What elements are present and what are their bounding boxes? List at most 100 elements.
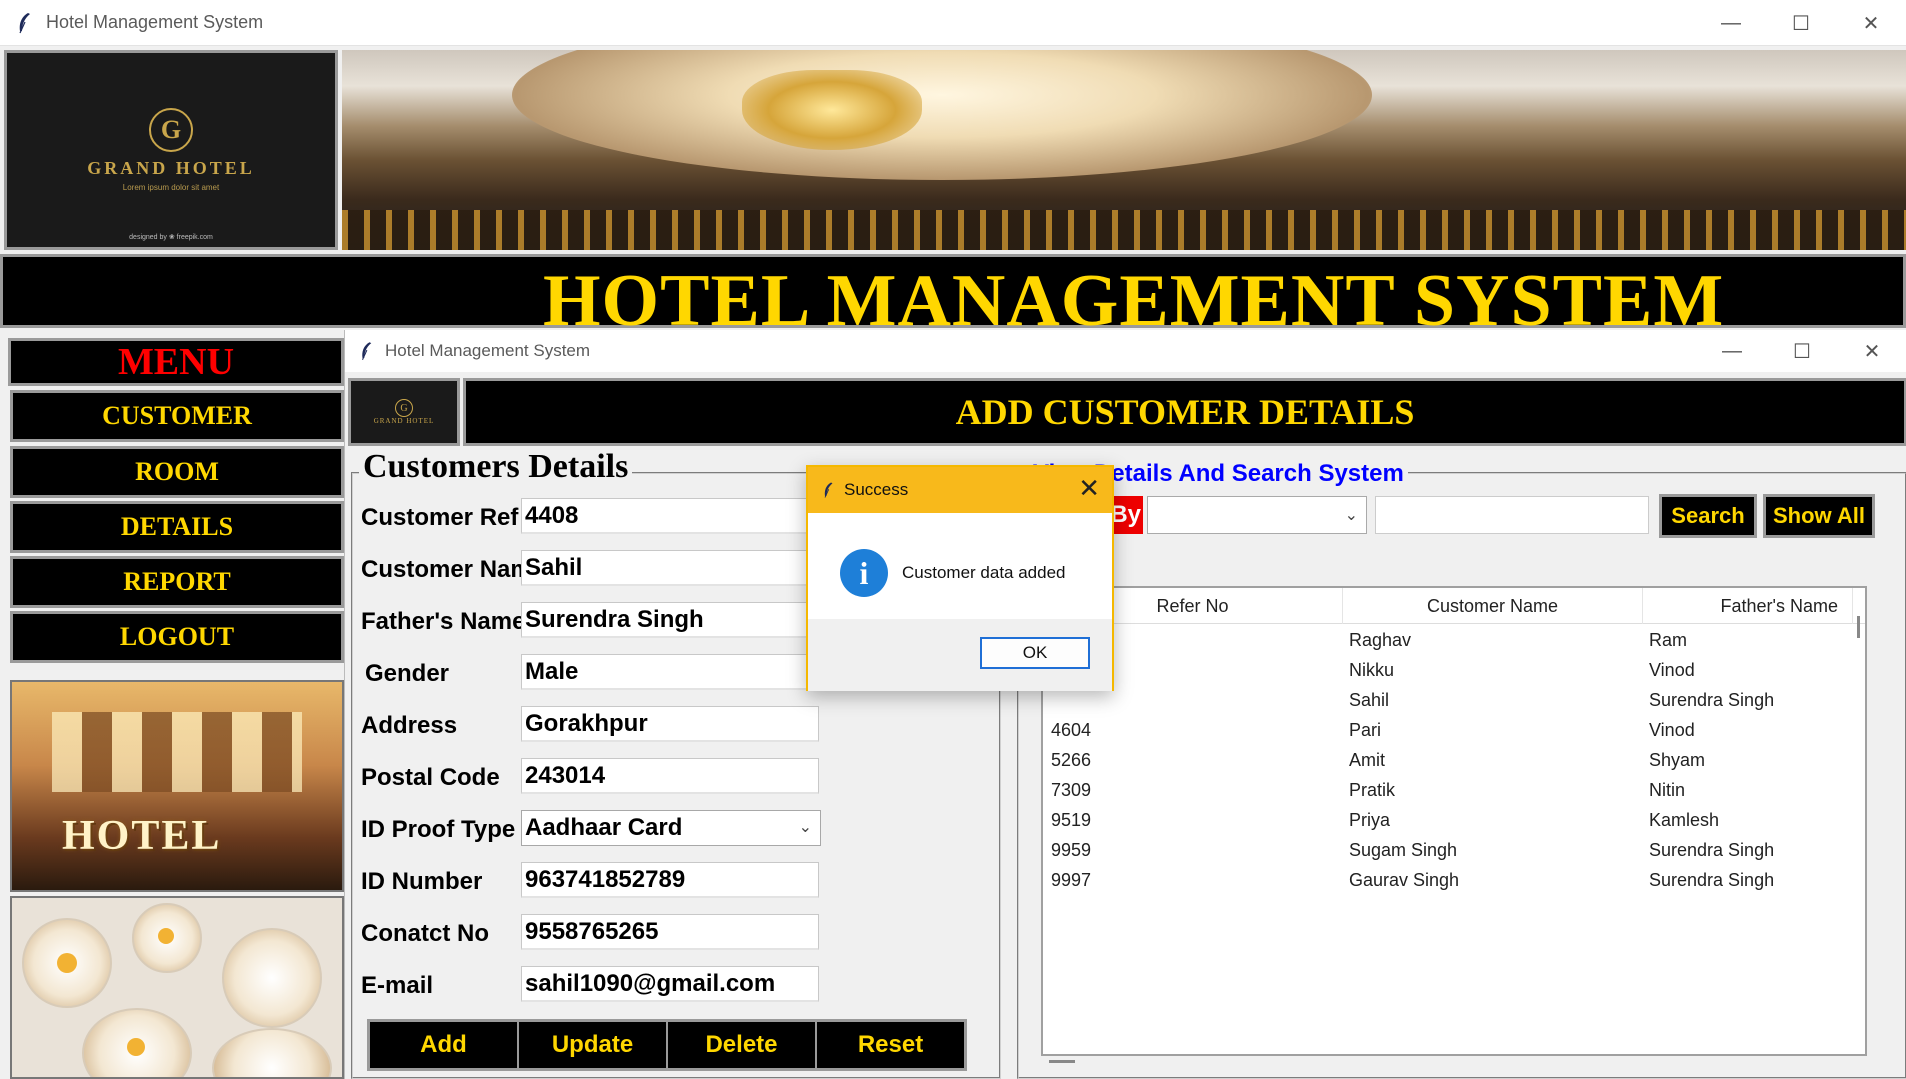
cell-fathers-name: Nitin	[1649, 780, 1686, 800]
menu-customer-button[interactable]: CUSTOMER	[10, 390, 344, 442]
info-icon: i	[840, 549, 888, 597]
cell-refer-no: 5266	[1051, 750, 1092, 770]
dialog-close-button[interactable]: ✕	[1078, 473, 1100, 503]
horizontal-scrollbar[interactable]	[1049, 1060, 1075, 1063]
cell-customer-name: Pratik	[1349, 780, 1396, 800]
form-button-bar: Add Update Delete Reset	[367, 1019, 967, 1071]
breakfast-image	[10, 896, 344, 1079]
vertical-scrollbar[interactable]	[1855, 616, 1863, 916]
window-title: Hotel Management System	[46, 12, 264, 32]
customer-table: Refer No Customer Name Father's Name Rag…	[1041, 586, 1867, 1056]
search-by-select[interactable]: ⌄	[1147, 496, 1367, 534]
ok-button[interactable]: OK	[980, 637, 1090, 669]
feather-icon	[362, 342, 372, 360]
lobby-banner-image	[342, 50, 1906, 250]
cell-refer-no: 9519	[1051, 810, 1092, 830]
table-header: Refer No Customer Name Father's Name	[1043, 588, 1865, 624]
chevron-down-icon: ⌄	[1344, 507, 1358, 524]
logo-name: GRAND HOTEL	[87, 158, 255, 178]
delete-button[interactable]: Delete	[668, 1022, 817, 1068]
child-maximize-button[interactable]: ☐	[1767, 330, 1837, 372]
field-label: ID Number	[361, 868, 483, 895]
dialog-message: Customer data added	[902, 563, 1066, 582]
child-window-controls: — ☐ ✕	[1697, 330, 1906, 372]
small-hotel-logo: G GRAND HOTEL	[348, 378, 460, 446]
address-input[interactable]: Gorakhpur	[521, 706, 819, 742]
add-button[interactable]: Add	[370, 1022, 519, 1068]
field-label: Conatct No	[361, 920, 489, 947]
cell-refer-no: 9959	[1051, 840, 1092, 860]
reset-button[interactable]: Reset	[817, 1022, 964, 1068]
cell-customer-name: Pari	[1349, 720, 1382, 740]
child-close-button[interactable]: ✕	[1837, 330, 1906, 372]
table-row[interactable]: 4604 Pari Vinod	[1043, 716, 1865, 746]
dialog-title-bar: Success ✕	[808, 467, 1112, 513]
show-all-button[interactable]: Show All	[1763, 494, 1875, 538]
cell-refer-no: 7309	[1051, 780, 1092, 800]
id-number-input[interactable]: 963741852789	[521, 862, 819, 898]
search-by-label: By	[1109, 496, 1143, 534]
side-menu: MENU CUSTOMER ROOM DETAILS REPORT LOGOUT…	[4, 334, 344, 1079]
cell-fathers-name: Kamlesh	[1649, 810, 1720, 830]
section-heading: ADD CUSTOMER DETAILS	[955, 392, 1415, 432]
gender-select[interactable]: Male	[521, 654, 819, 690]
cell-customer-name: Gaurav Singh	[1349, 870, 1460, 890]
id-proof-type-select[interactable]: Aadhaar Card ⌄	[521, 810, 821, 846]
dialog-body: i Customer data added	[808, 513, 1112, 619]
cell-fathers-name: Surendra Singh	[1649, 840, 1775, 860]
column-header-customer-name[interactable]: Customer Name	[1343, 588, 1643, 624]
small-logo-name: GRAND HOTEL	[373, 417, 435, 425]
menu-report-button[interactable]: REPORT	[10, 556, 344, 608]
table-row[interactable]: Sahil Surendra Singh	[1043, 686, 1865, 716]
customer-window: Hotel Management System — ☐ ✕ G GRAND HO…	[344, 330, 1906, 1079]
main-window: Hotel Management System — ☐ ✕ G GRAND HO…	[0, 0, 1906, 1079]
field-label: Customer Name	[361, 556, 546, 583]
child-minimize-button[interactable]: —	[1697, 330, 1767, 372]
table-row[interactable]: 9959 Sugam Singh Surendra Singh	[1043, 836, 1865, 866]
close-button[interactable]: ✕	[1836, 0, 1906, 46]
search-button[interactable]: Search	[1659, 494, 1757, 538]
table-row[interactable]: Nikku Vinod	[1043, 656, 1865, 686]
hotel-facade-image: HOTEL	[10, 680, 344, 892]
table-row[interactable]: 9997 Gaurav Singh Surendra Singh	[1043, 866, 1865, 896]
table-row[interactable]: 9519 Priya Kamlesh	[1043, 806, 1865, 836]
hotel-sign-text: HOTEL	[62, 813, 222, 859]
id-proof-type-value: Aadhaar Card	[525, 814, 683, 841]
cell-refer-no: 9997	[1051, 870, 1092, 890]
chandelier-graphic	[742, 70, 922, 150]
customer-name-input[interactable]: Sahil	[521, 550, 819, 586]
logo-tagline: Lorem ipsum dolor sit amet	[122, 183, 220, 192]
feather-icon	[19, 12, 30, 33]
customer-ref-input[interactable]: 4408	[521, 498, 819, 534]
maximize-button[interactable]: ☐	[1766, 0, 1836, 46]
cell-fathers-name: Vinod	[1649, 660, 1695, 680]
logo-credit: designed by ❀ freepik.com	[129, 234, 213, 241]
scrollbar-thumb[interactable]	[1857, 616, 1860, 638]
table-row[interactable]: 5266 Amit Shyam	[1043, 746, 1865, 776]
field-label: Customer Ref	[361, 504, 519, 531]
cell-customer-name: Nikku	[1349, 660, 1395, 680]
email-input[interactable]: sahil1090@gmail.com	[521, 966, 819, 1002]
cell-fathers-name: Surendra Singh	[1649, 690, 1775, 710]
fathers-name-input[interactable]: Surendra Singh	[521, 602, 819, 638]
field-label: Gender	[365, 660, 450, 687]
column-header-fathers-name[interactable]: Father's Name	[1643, 588, 1853, 624]
table-row[interactable]: 7309 Pratik Nitin	[1043, 776, 1865, 806]
search-panel: View Details And Search System By ⌄ Sear…	[1017, 460, 1906, 1079]
minimize-button[interactable]: —	[1696, 0, 1766, 46]
menu-details-button[interactable]: DETAILS	[10, 501, 344, 553]
update-button[interactable]: Update	[519, 1022, 668, 1068]
contact-no-input[interactable]: 9558765265	[521, 914, 819, 950]
chevron-down-icon: ⌄	[798, 819, 812, 836]
menu-room-button[interactable]: ROOM	[10, 446, 344, 498]
cell-customer-name: Amit	[1349, 750, 1385, 770]
dialog-footer: OK	[808, 619, 1112, 691]
child-window-title: Hotel Management System	[385, 341, 591, 360]
search-input[interactable]	[1375, 496, 1649, 534]
field-label: Father's Name	[361, 608, 526, 635]
postal-code-input[interactable]: 243014	[521, 758, 819, 794]
table-row[interactable]: Raghav Ram	[1043, 626, 1865, 656]
menu-logout-button[interactable]: LOGOUT	[10, 611, 344, 663]
cell-customer-name: Raghav	[1349, 630, 1412, 650]
hotel-logo: G GRAND HOTEL Lorem ipsum dolor sit amet…	[4, 50, 338, 250]
